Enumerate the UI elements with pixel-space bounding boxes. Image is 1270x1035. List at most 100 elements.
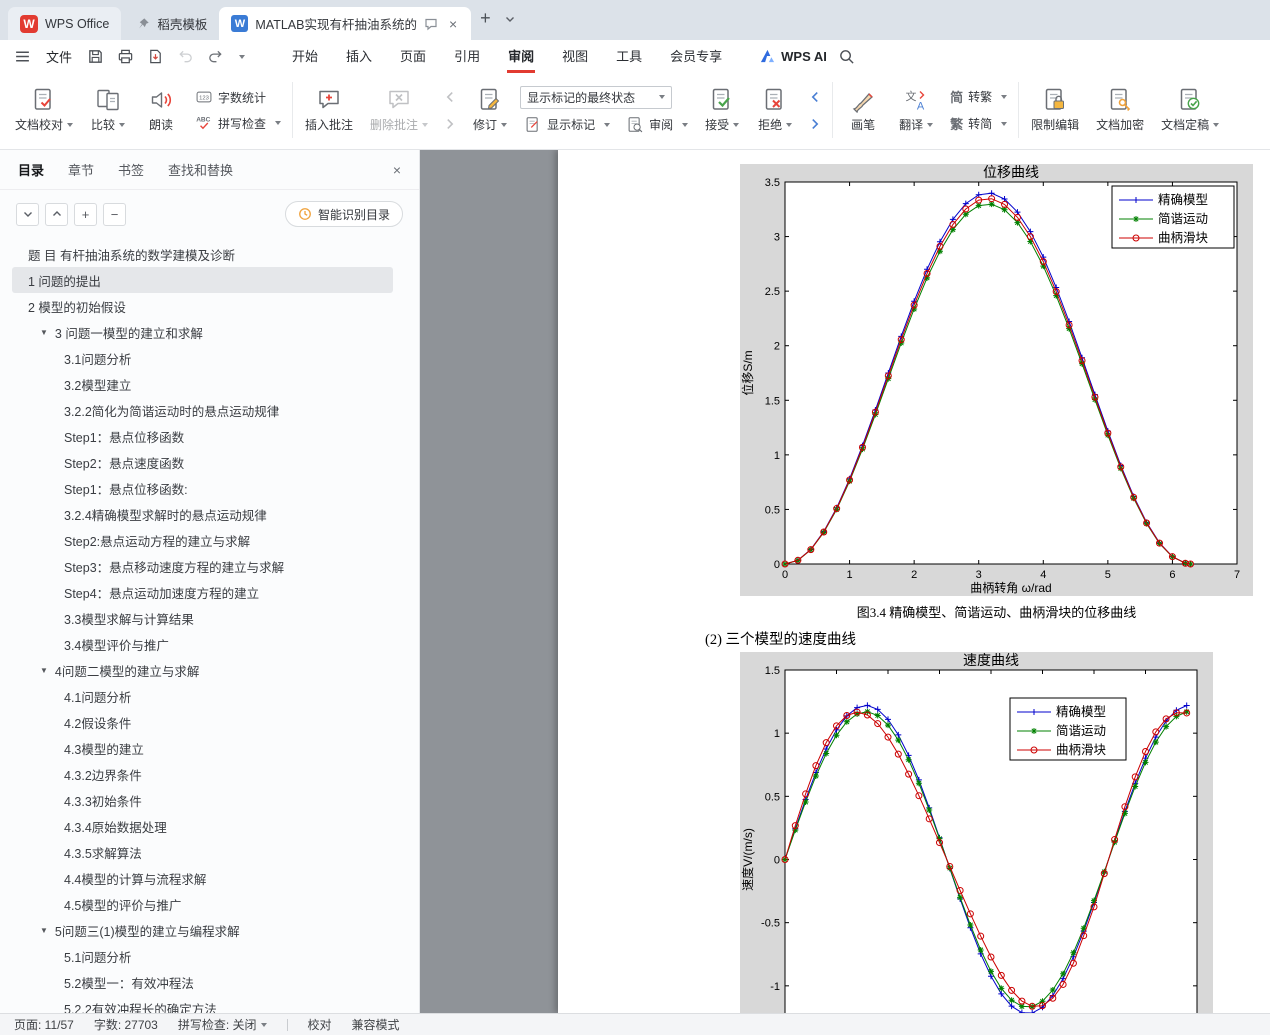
panel-tab-toc[interactable]: 目录 — [18, 160, 44, 179]
smart-toc-button[interactable]: 智能识别目录 — [284, 201, 403, 227]
toc-item[interactable]: 4.2假设条件 — [12, 709, 393, 735]
toc-item[interactable]: 3.2.4精确模型求解时的悬点运动规律 — [12, 501, 393, 527]
to-simplified-button[interactable]: 繁 转简 — [946, 113, 1011, 134]
previous-comment-button[interactable] — [440, 87, 460, 107]
previous-revision-button[interactable] — [805, 87, 825, 107]
panel-tab-find-replace[interactable]: 查找和替换 — [168, 160, 233, 179]
expand-all-button[interactable] — [16, 202, 39, 226]
toc-item[interactable]: 3.2模型建立 — [12, 371, 393, 397]
toc-item[interactable]: 4.3.2边界条件 — [12, 761, 393, 787]
menu-tab-view[interactable]: 视图 — [548, 40, 602, 73]
export-pdf-icon[interactable] — [145, 46, 166, 67]
print-icon[interactable] — [115, 46, 136, 67]
menu-tab-review[interactable]: 审阅 — [494, 40, 548, 73]
search-icon[interactable] — [836, 46, 857, 67]
menu-tab-home[interactable]: 开始 — [278, 40, 332, 73]
toc-item[interactable]: Step3：悬点移动速度方程的建立与求解 — [12, 553, 393, 579]
doc-proof-button[interactable]: 文档校对 — [10, 84, 78, 136]
figure-displacement-curve[interactable]: 0 1 2 3 4 5 6 7 0 0.5 1 1.5 2 2.5 3 3.5 位移曲线 曲柄转角 ω/rad 位移… — [740, 164, 1253, 596]
tab-wps-office[interactable]: W WPS Office — [8, 7, 122, 40]
menu-tab-reference[interactable]: 引用 — [440, 40, 494, 73]
menu-tab-tools[interactable]: 工具 — [602, 40, 656, 73]
toc-item[interactable]: ▼ 5问题三(1)模型的建立与编程求解 — [12, 917, 393, 943]
toc-item[interactable]: 1 问题的提出 — [12, 267, 393, 293]
toc-item[interactable]: 4.4模型的计算与流程求解 — [12, 865, 393, 891]
redo-dropdown-icon[interactable] — [239, 54, 246, 59]
toc-item[interactable]: 4.3.5求解算法 — [12, 839, 393, 865]
compare-button[interactable]: 比较 — [85, 84, 131, 136]
toc-item[interactable]: 4.1问题分析 — [12, 683, 393, 709]
toc-item[interactable]: 5.1问题分析 — [12, 943, 393, 969]
wps-ai-button[interactable]: WPS AI — [759, 48, 827, 65]
compat-mode-indicator[interactable]: 兼容模式 — [352, 1016, 400, 1033]
toc-item[interactable]: 4.3模型的建立 — [12, 735, 393, 761]
reject-button[interactable]: 拒绝 — [752, 84, 798, 136]
toc-item[interactable]: 4.5模型的评价与推广 — [12, 891, 393, 917]
toc-item[interactable]: ▼ 3 问题一模型的建立和求解 — [12, 319, 393, 345]
toc-item[interactable]: 3.2.2简化为简谐运动时的悬点运动规律 — [12, 397, 393, 423]
next-comment-button[interactable] — [440, 114, 460, 134]
spell-check-button[interactable]: ABC 拼写检查 — [191, 113, 285, 133]
collapse-all-button[interactable] — [45, 202, 68, 226]
show-markup-button[interactable]: 显示标记 — [520, 115, 614, 135]
read-aloud-button[interactable]: 朗读 — [138, 84, 184, 136]
encrypt-document-button[interactable]: 文档加密 — [1091, 84, 1149, 136]
toc-item[interactable]: 3.4模型评价与推广 — [12, 631, 393, 657]
insert-comment-button[interactable]: 插入批注 — [300, 84, 358, 136]
toc-item[interactable]: 3.3模型求解与计算结果 — [12, 605, 393, 631]
toc-item[interactable]: 2 模型的初始假设 — [12, 293, 393, 319]
toc-item[interactable]: Step1：悬点位移函数: — [12, 475, 393, 501]
finalize-document-button[interactable]: 文档定稿 — [1156, 84, 1224, 136]
restrict-editing-button[interactable]: 限制编辑 — [1026, 84, 1084, 136]
toc-item[interactable]: Step2:悬点运动方程的建立与求解 — [12, 527, 393, 553]
toc-item[interactable]: Step4：悬点运动加速度方程的建立 — [12, 579, 393, 605]
collapse-triangle-icon[interactable]: ▼ — [40, 328, 48, 337]
collapse-triangle-icon[interactable]: ▼ — [40, 666, 48, 675]
toc-item[interactable]: ▼ 4问题二模型的建立与求解 — [12, 657, 393, 683]
toc-item[interactable]: Step1：悬点位移函数 — [12, 423, 393, 449]
tab-list-dropdown-icon[interactable] — [500, 13, 520, 25]
next-revision-button[interactable] — [805, 114, 825, 134]
document-page[interactable]: 0 1 2 3 4 5 6 7 0 0.5 1 1.5 2 2.5 3 3.5 位移曲线 曲柄转角 ω/rad 位移… — [558, 150, 1270, 1013]
proofread-button[interactable]: 校对 — [308, 1016, 332, 1033]
toc-item[interactable]: 3.1问题分析 — [12, 345, 393, 371]
delete-comment-button[interactable]: 删除批注 — [365, 84, 433, 136]
paragraph-velocity-heading[interactable]: (2) 三个模型的速度曲线 — [705, 628, 856, 649]
figure-caption[interactable]: 图3.4 精确模型、简谐运动、曲柄滑块的位移曲线 — [740, 602, 1253, 621]
new-tab-button[interactable]: + — [471, 8, 500, 29]
spell-check-status[interactable]: 拼写检查: 关闭 — [178, 1016, 267, 1033]
accept-button[interactable]: 接受 — [699, 84, 745, 136]
pen-button[interactable]: 画笔 — [840, 84, 886, 136]
toc-item[interactable]: 5.2模型一：有效冲程法 — [12, 969, 393, 995]
word-count-button[interactable]: 123 字数统计 — [191, 87, 285, 107]
tab-docer-templates[interactable]: 稻壳模板 — [124, 7, 219, 40]
close-tab-icon[interactable]: × — [447, 16, 459, 32]
menu-tab-page[interactable]: 页面 — [386, 40, 440, 73]
toc-item[interactable]: 4.3.4原始数据处理 — [12, 813, 393, 839]
review-pane-button[interactable]: 审阅 — [622, 115, 692, 135]
menu-tab-insert[interactable]: 插入 — [332, 40, 386, 73]
close-panel-icon[interactable]: × — [393, 162, 401, 178]
markup-state-select[interactable]: 显示标记的最终状态 — [520, 85, 673, 109]
zoom-out-toc-button[interactable]: − — [103, 202, 126, 226]
translate-button[interactable]: 文A 翻译 — [893, 84, 939, 136]
page-indicator[interactable]: 页面: 11/57 — [14, 1016, 74, 1033]
panel-tab-chapter[interactable]: 章节 — [68, 160, 94, 179]
main-menu-icon[interactable] — [12, 46, 33, 67]
file-menu[interactable]: 文件 — [42, 47, 76, 66]
toc-item[interactable]: Step2：悬点速度函数 — [12, 449, 393, 475]
zoom-in-toc-button[interactable]: + — [74, 202, 97, 226]
toc-item[interactable]: 题 目 有杆抽油系统的数学建模及诊断 — [12, 241, 393, 267]
figure-velocity-curve[interactable]: 012345678-1.5-1-0.500.511.5速度曲线速度V/(m/s)… — [740, 652, 1213, 1013]
undo-icon[interactable] — [175, 46, 196, 67]
track-changes-button[interactable]: 修订 — [467, 84, 513, 136]
toc-item[interactable]: 5.2.2有效冲程长的确定方法 — [12, 995, 393, 1014]
redo-icon[interactable] — [205, 46, 226, 67]
to-traditional-button[interactable]: 简 转繁 — [946, 86, 1011, 107]
word-count-indicator[interactable]: 字数: 27703 — [94, 1016, 158, 1033]
toc-item[interactable]: 4.3.3初始条件 — [12, 787, 393, 813]
panel-tab-bookmark[interactable]: 书签 — [118, 160, 144, 179]
save-icon[interactable] — [85, 46, 106, 67]
collapse-triangle-icon[interactable]: ▼ — [40, 926, 48, 935]
menu-tab-member[interactable]: 会员专享 — [656, 40, 736, 73]
